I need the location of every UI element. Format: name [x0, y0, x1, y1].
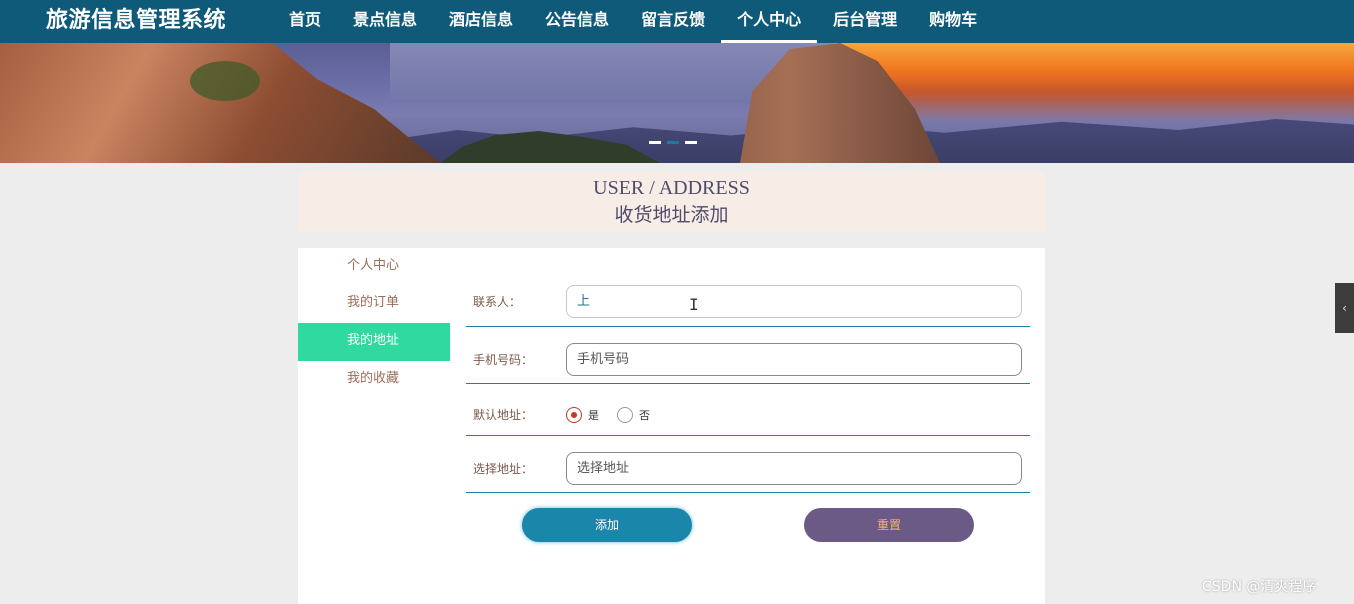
text-cursor-icon: I — [689, 295, 699, 314]
phone-input[interactable]: 手机号码 — [566, 343, 1022, 376]
default-label: 默认地址： — [473, 408, 534, 422]
nav-personal-center[interactable]: 个人中心 — [721, 0, 818, 43]
carousel-dot-3[interactable] — [685, 141, 697, 144]
carousel-dot-1[interactable] — [649, 141, 661, 144]
nav-home[interactable]: 首页 — [273, 0, 337, 43]
default-yes-radio[interactable] — [566, 407, 582, 423]
nav-announcements[interactable]: 公告信息 — [529, 0, 625, 43]
default-radio-group: 是 否 — [566, 407, 662, 423]
contact-label: 联系人： — [473, 295, 522, 309]
section-title-box: USER / ADDRESS 收货地址添加 — [298, 172, 1045, 232]
nav-hotels[interactable]: 酒店信息 — [433, 0, 529, 43]
sidebar-menu: 个人中心 我的订单 我的地址 我的收藏 — [298, 248, 450, 399]
sidebar-item-orders[interactable]: 我的订单 — [298, 285, 450, 323]
main-nav: 首页 景点信息 酒店信息 公告信息 留言反馈 个人中心 后台管理 购物车 — [273, 0, 993, 43]
address-input[interactable]: 选择地址 — [566, 452, 1022, 485]
sidebar-item-favorites[interactable]: 我的收藏 — [298, 361, 450, 399]
default-no-radio[interactable] — [617, 407, 633, 423]
content-panel: 个人中心 我的订单 我的地址 我的收藏 联系人： 上 I 手机号码： 手机号码 … — [298, 248, 1045, 604]
form-row-address: 选择地址： 选择地址 — [466, 445, 1030, 493]
banner-foliage — [190, 61, 260, 101]
hero-banner — [0, 43, 1354, 163]
phone-label: 手机号码： — [473, 353, 534, 367]
sidebar-item-personal-center[interactable]: 个人中心 — [298, 248, 450, 285]
address-label: 选择地址： — [473, 462, 534, 476]
nav-admin[interactable]: 后台管理 — [817, 0, 913, 43]
carousel-dot-2[interactable] — [667, 141, 679, 144]
add-button[interactable]: 添加 — [522, 508, 692, 542]
top-nav-bar: 旅游信息管理系统 首页 景点信息 酒店信息 公告信息 留言反馈 个人中心 后台管… — [0, 0, 1354, 43]
form-row-contact: 联系人： 上 I — [466, 278, 1030, 327]
default-yes-label: 是 — [588, 409, 599, 422]
section-title-cn: 收货地址添加 — [614, 204, 729, 226]
form-row-default: 默认地址： 是 否 — [466, 393, 1030, 436]
carousel-dots — [649, 141, 697, 144]
site-brand[interactable]: 旅游信息管理系统 — [46, 2, 226, 34]
section-title-en: USER / ADDRESS — [593, 177, 750, 199]
nav-cart[interactable]: 购物车 — [913, 0, 993, 43]
nav-attractions[interactable]: 景点信息 — [337, 0, 433, 43]
reset-button[interactable]: 重置 — [804, 508, 974, 542]
watermark: CSDN @清爽程序 — [1202, 579, 1317, 595]
chevron-left-icon[interactable]: ‹ — [1335, 283, 1354, 333]
contact-input[interactable]: 上 — [566, 285, 1022, 318]
default-no-label: 否 — [639, 409, 650, 422]
nav-feedback[interactable]: 留言反馈 — [625, 0, 721, 43]
form-row-phone: 手机号码： 手机号码 — [466, 336, 1030, 384]
sidebar-item-addresses[interactable]: 我的地址 — [298, 323, 450, 361]
